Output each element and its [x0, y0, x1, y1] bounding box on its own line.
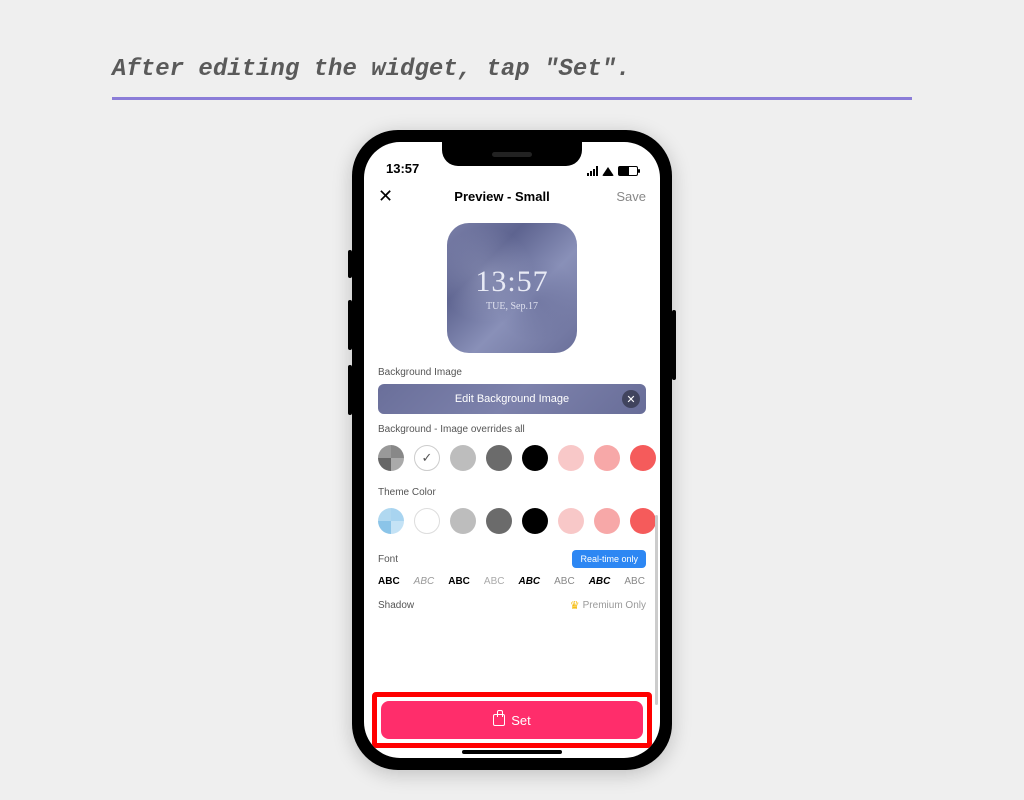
wifi-icon — [602, 167, 614, 176]
home-indicator[interactable] — [462, 750, 562, 754]
widget-date: TUE, Sep.17 — [486, 301, 538, 312]
edit-background-button[interactable]: Edit Background Image ✕ — [378, 384, 646, 414]
edit-background-label: Edit Background Image — [455, 393, 569, 405]
bg-color-picker-icon[interactable] — [378, 445, 404, 471]
theme-color-swatch[interactable] — [414, 508, 440, 534]
bg-color-row — [378, 441, 646, 475]
battery-icon — [618, 166, 638, 176]
bg-image-label: Background Image — [378, 367, 646, 378]
bg-color-selected[interactable] — [414, 445, 440, 471]
set-button-label: Set — [511, 713, 531, 728]
font-option[interactable]: ABC — [378, 576, 400, 587]
widget-time: 13:57 — [475, 265, 548, 299]
page-title: Preview - Small — [398, 189, 606, 204]
font-option[interactable]: ABC — [624, 576, 645, 587]
font-option[interactable]: ABC — [589, 576, 611, 587]
bg-color-swatch[interactable] — [558, 445, 584, 471]
nav-bar: ✕ Preview - Small Save — [364, 178, 660, 215]
widget-preview[interactable]: 13:57 TUE, Sep.17 — [447, 223, 577, 353]
close-button[interactable]: ✕ — [378, 186, 398, 207]
shadow-label: Shadow — [378, 600, 414, 611]
phone-device-frame: 13:57 ✕ Preview - Small Save 13:57 TUE, … — [352, 130, 672, 770]
bg-color-label: Background - Image overrides all — [378, 424, 646, 435]
realtime-badge[interactable]: Real-time only — [572, 550, 646, 568]
theme-color-label: Theme Color — [378, 487, 646, 498]
volume-down — [348, 365, 352, 415]
shadow-row: Shadow ♛Premium Only — [378, 599, 646, 612]
instruction-text: After editing the widget, tap "Set". — [112, 56, 912, 100]
export-icon — [493, 714, 505, 726]
font-option[interactable]: ABC — [484, 576, 505, 587]
mute-switch — [348, 250, 352, 278]
scrollbar[interactable] — [655, 515, 658, 705]
theme-color-picker-icon[interactable] — [378, 508, 404, 534]
font-label: Font — [378, 554, 398, 565]
bg-color-swatch[interactable] — [522, 445, 548, 471]
crown-icon: ♛ — [570, 599, 580, 612]
notch — [442, 142, 582, 166]
bg-color-swatch[interactable] — [486, 445, 512, 471]
font-option[interactable]: ABC — [518, 576, 540, 587]
save-button[interactable]: Save — [606, 189, 646, 204]
set-button[interactable]: Set — [381, 701, 643, 739]
theme-color-swatch[interactable] — [450, 508, 476, 534]
clear-background-icon[interactable]: ✕ — [622, 390, 640, 408]
bg-color-swatch[interactable] — [594, 445, 620, 471]
set-button-highlight: Set — [372, 692, 652, 748]
editor-content: 13:57 TUE, Sep.17 Background Image Edit … — [364, 215, 660, 757]
font-option[interactable]: ABC — [414, 576, 435, 587]
premium-badge[interactable]: ♛Premium Only — [570, 599, 646, 612]
font-sample-row: ABC ABC ABC ABC ABC ABC ABC ABC — [378, 576, 646, 587]
theme-color-row — [378, 504, 646, 538]
bg-color-swatch[interactable] — [630, 445, 656, 471]
bg-color-swatch[interactable] — [450, 445, 476, 471]
theme-color-swatch[interactable] — [486, 508, 512, 534]
theme-color-swatch[interactable] — [630, 508, 656, 534]
phone-screen: 13:57 ✕ Preview - Small Save 13:57 TUE, … — [364, 142, 660, 758]
volume-up — [348, 300, 352, 350]
signal-icon — [587, 166, 598, 176]
theme-color-swatch[interactable] — [522, 508, 548, 534]
status-time: 13:57 — [386, 161, 419, 176]
power-button — [672, 310, 676, 380]
font-option[interactable]: ABC — [448, 576, 470, 587]
theme-color-swatch[interactable] — [594, 508, 620, 534]
font-option[interactable]: ABC — [554, 576, 575, 587]
theme-color-swatch[interactable] — [558, 508, 584, 534]
